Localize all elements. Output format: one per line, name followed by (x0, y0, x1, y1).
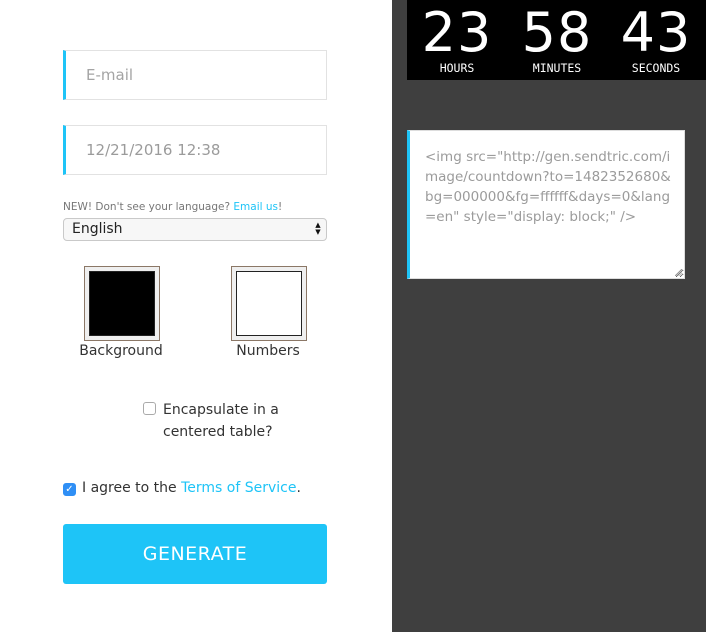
agree-suffix: . (296, 480, 301, 496)
email-us-link[interactable]: Email us (233, 201, 278, 213)
preview-panel (392, 0, 706, 632)
numbers-color-picker[interactable] (231, 266, 307, 341)
hours-value: 23 (421, 1, 493, 64)
embed-code-textarea[interactable]: <img src="http://gen.sendtric.com/image/… (407, 130, 685, 279)
select-arrows-icon: ▲ ▼ (315, 221, 321, 236)
numbers-swatch-frame (231, 266, 307, 341)
countdown-hours: 23 HOURS (409, 0, 505, 74)
agree-text: I agree to the (82, 480, 182, 496)
terms-of-service-link[interactable]: Terms of Service (181, 480, 296, 496)
minutes-value: 58 (521, 1, 593, 64)
encapsulate-label: Encapsulate in a centered table? (163, 402, 279, 440)
language-note-text: NEW! Don't see your language? (63, 201, 234, 213)
language-note-suffix: ! (278, 201, 283, 213)
numbers-label: Numbers (236, 343, 300, 359)
seconds-value: 43 (620, 1, 692, 64)
agree-label: I agree to the Terms of Service. (82, 479, 301, 497)
background-swatch-frame (84, 266, 160, 341)
background-color-picker[interactable] (84, 266, 160, 341)
checkmark-icon: ✓ (65, 484, 74, 495)
settings-panel: NEW! Don't see your language? Email us! … (0, 0, 392, 632)
language-note: NEW! Don't see your language? Email us! (63, 201, 282, 213)
embed-code-text: <img src="http://gen.sendtric.com/image/… (425, 149, 671, 225)
resize-handle-icon[interactable] (675, 269, 682, 276)
language-select[interactable]: English ▲ ▼ (63, 218, 327, 241)
numbers-swatch (236, 271, 302, 336)
background-label: Background (79, 343, 163, 359)
countdown-preview: 23 HOURS 58 MINUTES 43 SECONDS (407, 0, 706, 80)
countdown-seconds: 43 SECONDS (608, 0, 704, 74)
datetime-input[interactable] (63, 125, 327, 175)
generate-button[interactable]: GENERATE (63, 524, 327, 584)
agree-checkbox[interactable]: ✓ (63, 483, 76, 496)
email-input[interactable] (63, 50, 327, 100)
background-swatch (89, 271, 155, 336)
countdown-minutes: 58 MINUTES (509, 0, 605, 74)
encapsulate-checkbox[interactable] (143, 402, 156, 415)
language-selected-value: English (72, 221, 123, 237)
